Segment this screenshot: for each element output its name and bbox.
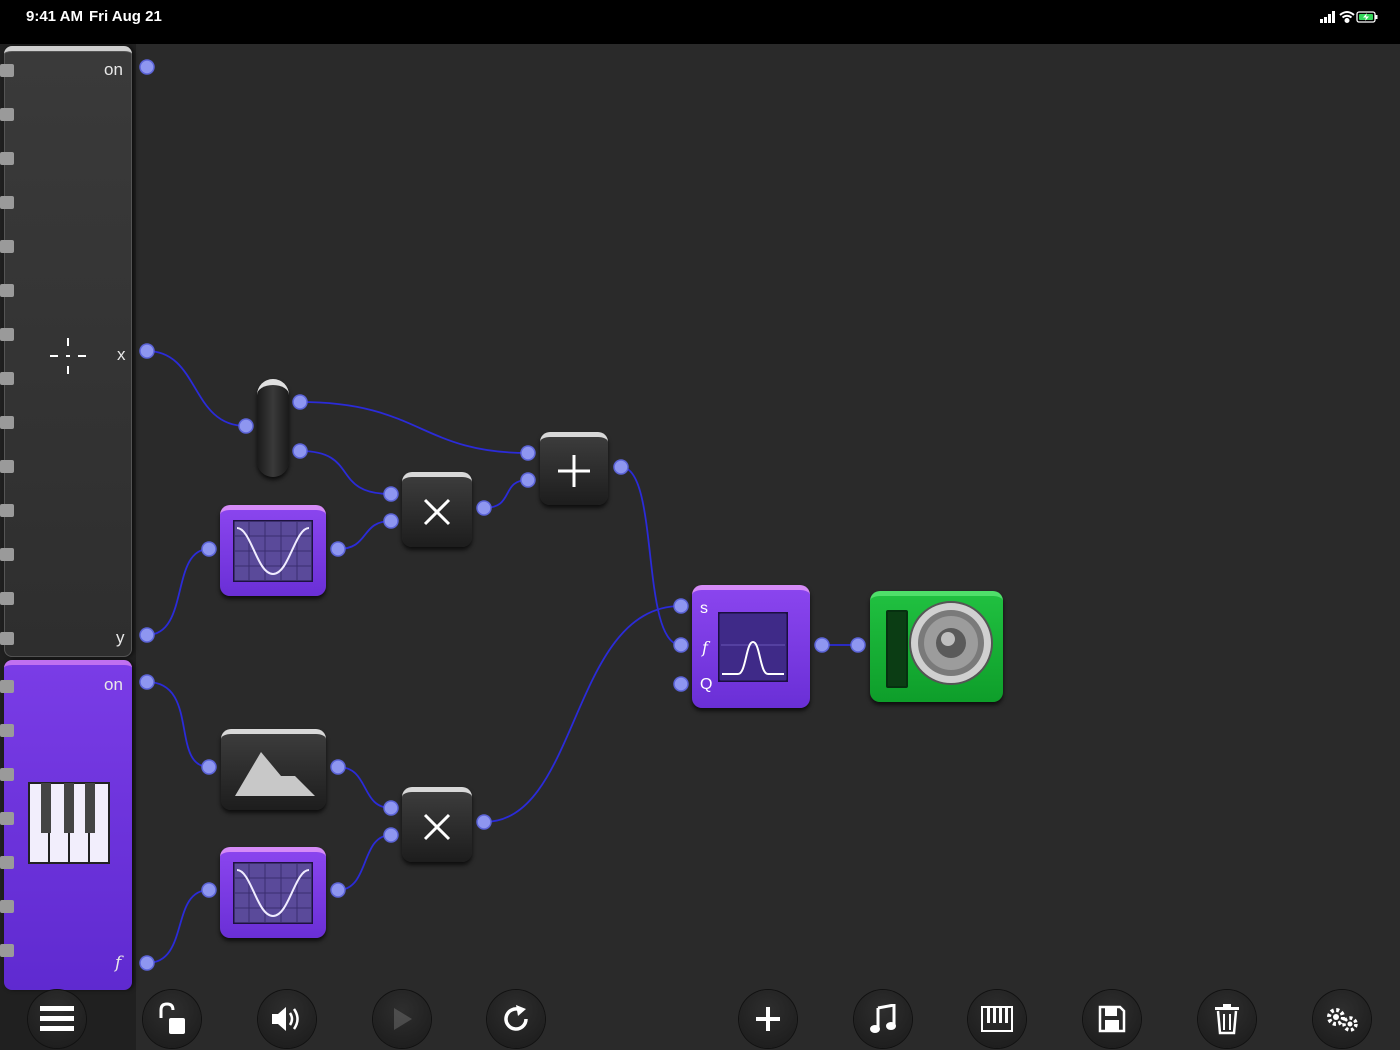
- play-button[interactable]: [373, 990, 431, 1048]
- port-switch-out1: [292, 394, 308, 410]
- play-icon: [394, 1008, 412, 1030]
- music-note-icon: [870, 1004, 896, 1033]
- delete-button[interactable]: [1198, 990, 1256, 1048]
- multiply-icon: [423, 813, 451, 841]
- filter-f-label: f: [702, 638, 708, 657]
- port-mul2-out: [476, 814, 492, 830]
- wire-x-switch: [146, 350, 247, 427]
- speaker-node[interactable]: [870, 591, 1003, 702]
- add-node[interactable]: [540, 432, 608, 505]
- wire-mul-add: [483, 479, 529, 509]
- wire-switch-mul: [299, 450, 392, 495]
- port-osc2-out: [330, 882, 346, 898]
- oscillator-node-bottom[interactable]: [220, 847, 326, 938]
- piano-icon: [981, 1006, 1013, 1032]
- port-mul1-in1: [383, 486, 399, 502]
- wire-mul2-filter: [483, 605, 682, 823]
- port-add-in2: [520, 472, 536, 488]
- switch-node[interactable]: [257, 379, 289, 477]
- volume-icon: [272, 1007, 299, 1031]
- multiply-node-bottom[interactable]: [402, 787, 472, 862]
- port-mul2-in2: [383, 827, 399, 843]
- wire-y-osc: [146, 548, 210, 636]
- wire-switch-add: [299, 401, 529, 454]
- port-env-in: [201, 759, 217, 775]
- wire-osc2-mul: [337, 834, 392, 891]
- port-switch-in: [238, 418, 254, 434]
- filter-s-label: s: [700, 600, 708, 617]
- multiply-icon: [423, 498, 451, 526]
- settings-button[interactable]: [1313, 990, 1371, 1048]
- multiply-node-top[interactable]: [402, 472, 472, 547]
- port-switch-out2: [292, 443, 308, 459]
- save-button[interactable]: [1083, 990, 1141, 1048]
- wire-f-osc: [146, 889, 210, 964]
- port-keyboard-f: [139, 955, 155, 971]
- port-mul2-in1: [383, 800, 399, 816]
- port-osc1-out: [330, 541, 346, 557]
- filter-node[interactable]: s f Q: [692, 585, 810, 708]
- volume-button[interactable]: [258, 990, 316, 1048]
- oscillator-node-top[interactable]: [220, 505, 326, 596]
- trash-icon: [1215, 1004, 1239, 1035]
- refresh-icon: [504, 1005, 528, 1031]
- reset-button[interactable]: [487, 990, 545, 1048]
- wire-env-mul: [337, 766, 392, 809]
- port-osc2-in: [201, 882, 217, 898]
- port-mul1-out: [476, 500, 492, 516]
- filter-q-label: Q: [700, 676, 713, 693]
- keyboard-button[interactable]: [968, 990, 1026, 1048]
- port-touchpad-y: [139, 627, 155, 643]
- port-filter-out: [814, 637, 830, 653]
- lock-button[interactable]: [143, 990, 201, 1048]
- menu-icon: [40, 1006, 74, 1031]
- sine-wave-icon: [233, 862, 313, 924]
- port-filter-q: [673, 676, 689, 692]
- port-touchpad-on: [139, 59, 155, 75]
- wire-on-env: [146, 681, 210, 768]
- port-mul1-in2: [383, 513, 399, 529]
- port-osc1-in: [201, 541, 217, 557]
- speaker-icon: [909, 601, 993, 685]
- wire-osc-mul: [337, 520, 392, 550]
- gears-icon: [1327, 1008, 1358, 1032]
- plus-icon: [756, 1007, 780, 1031]
- port-filter-s: [673, 598, 689, 614]
- port-env-out: [330, 759, 346, 775]
- port-speaker-in: [850, 637, 866, 653]
- port-add-in1: [520, 445, 536, 461]
- floppy-icon: [1098, 1005, 1126, 1033]
- patch-canvas: [139, 59, 866, 971]
- level-meter: [886, 610, 908, 688]
- envelope-node[interactable]: [221, 729, 326, 810]
- port-keyboard-on: [139, 674, 155, 690]
- music-button[interactable]: [854, 990, 912, 1048]
- wire-add-filter: [620, 466, 682, 646]
- bandpass-icon: [718, 612, 788, 682]
- port-filter-f: [673, 637, 689, 653]
- add-button[interactable]: [739, 990, 797, 1048]
- port-add-out: [613, 459, 629, 475]
- sine-wave-icon: [233, 520, 313, 582]
- envelope-icon: [234, 752, 315, 796]
- port-touchpad-x: [139, 343, 155, 359]
- unlock-icon: [159, 1002, 185, 1034]
- menu-button[interactable]: [28, 990, 86, 1048]
- plus-icon: [558, 455, 590, 487]
